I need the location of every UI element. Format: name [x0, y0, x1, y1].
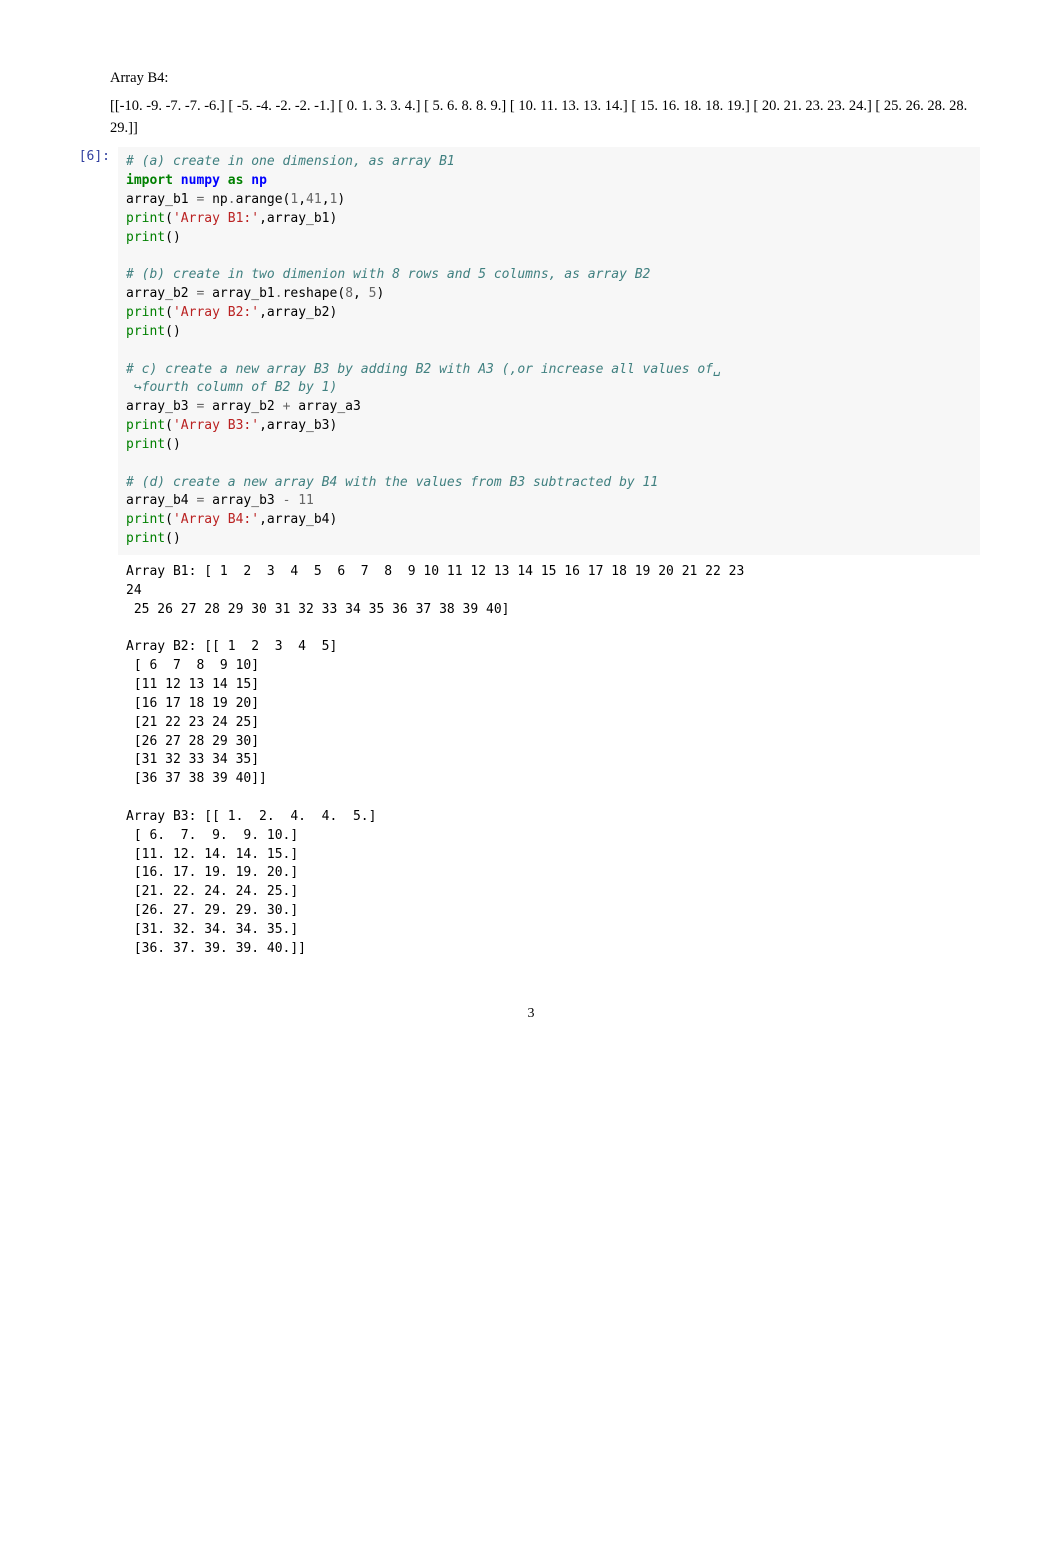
array-b4-heading: Array B4: — [110, 68, 992, 90]
page-number: 3 — [70, 1003, 992, 1024]
code-source: # (a) create in one dimension, as array … — [118, 147, 980, 555]
input-prompt: [6]: — [70, 147, 118, 167]
prose-block: Array B4: [[-10. -9. -7. -7. -6.] [ -5. … — [110, 68, 992, 139]
output-stream: Array B1: [ 1 2 3 4 5 6 7 8 9 10 11 12 1… — [118, 559, 992, 963]
array-b4-values: [[-10. -9. -7. -7. -6.] [ -5. -4. -2. -2… — [110, 96, 992, 140]
code-cell: [6]:# (a) create in one dimension, as ar… — [70, 147, 992, 555]
